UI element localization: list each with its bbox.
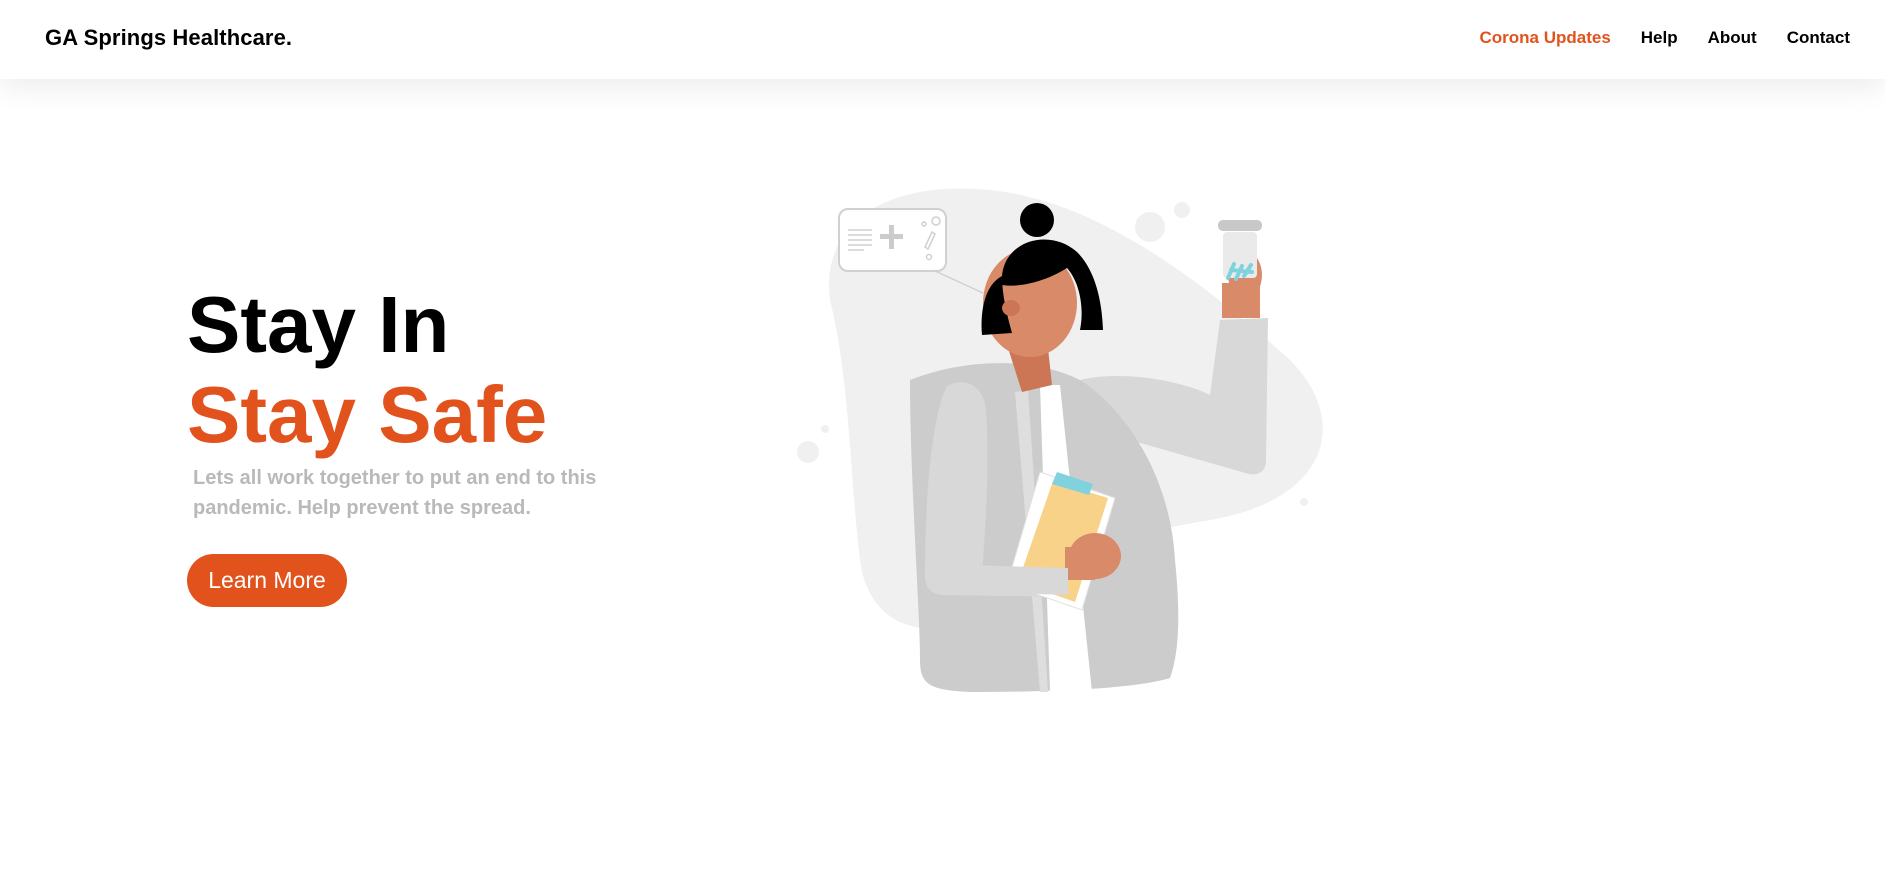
- deco-dot: [1300, 498, 1308, 506]
- doctor-illustration: [797, 188, 1323, 692]
- deco-dot: [1135, 212, 1165, 242]
- hero-title-line-1: Stay In: [187, 280, 450, 369]
- ear: [1002, 300, 1020, 316]
- learn-more-button[interactable]: Learn More: [187, 554, 347, 607]
- pill-jar-icon: [1218, 220, 1262, 281]
- deco-dot: [797, 441, 819, 463]
- hero-subtitle: Lets all work together to put an end to …: [193, 467, 597, 519]
- nav-link-help[interactable]: Help: [1641, 28, 1678, 48]
- nav-link-about[interactable]: About: [1708, 28, 1757, 48]
- brand-logo-text[interactable]: GA Springs Healthcare.: [45, 25, 292, 51]
- coat-hem: [968, 565, 1068, 595]
- hero-title-line-2: Stay Safe: [187, 370, 548, 459]
- nav-link-corona-updates[interactable]: Corona Updates: [1479, 28, 1610, 48]
- hero-title: Stay In Stay Safe: [187, 280, 547, 460]
- site-header: GA Springs Healthcare. Corona Updates He…: [0, 0, 1885, 79]
- hair-bun: [1020, 203, 1054, 237]
- main-nav: Corona Updates Help About Contact: [1449, 28, 1850, 48]
- deco-dot: [821, 425, 829, 433]
- deco-dot: [1174, 202, 1190, 218]
- nav-link-contact[interactable]: Contact: [1787, 28, 1850, 48]
